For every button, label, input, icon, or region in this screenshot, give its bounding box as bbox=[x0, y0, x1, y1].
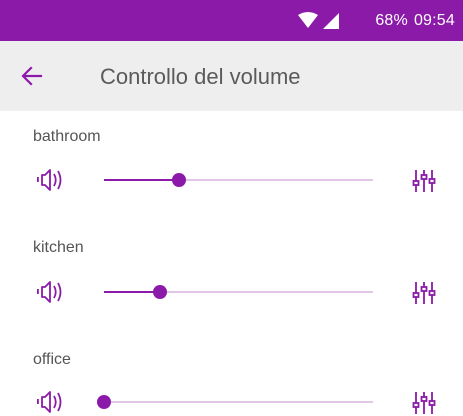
slider-track bbox=[104, 401, 373, 403]
slider-thumb[interactable] bbox=[97, 395, 111, 409]
battery-percent: 68% bbox=[375, 12, 408, 29]
app-bar: Controllo del volume bbox=[0, 41, 463, 111]
back-button[interactable] bbox=[16, 60, 48, 92]
speaker-icon[interactable] bbox=[33, 166, 63, 194]
volume-slider-office[interactable] bbox=[97, 390, 373, 414]
equalizer-icon[interactable] bbox=[412, 390, 436, 416]
speaker-icon[interactable] bbox=[33, 388, 63, 416]
slider-fill bbox=[104, 291, 161, 293]
status-bar: 68% 09:54 bbox=[0, 0, 463, 41]
volume-slider-bathroom[interactable] bbox=[104, 168, 373, 192]
slider-thumb[interactable] bbox=[153, 285, 168, 299]
status-text: 68% 09:54 bbox=[375, 10, 455, 31]
equalizer-icon[interactable] bbox=[412, 168, 436, 194]
volume-slider-kitchen[interactable] bbox=[104, 280, 373, 304]
room-label-kitchen: kitchen bbox=[33, 239, 84, 256]
status-icons bbox=[297, 10, 341, 31]
slider-fill bbox=[104, 179, 180, 181]
wifi-icon bbox=[298, 11, 318, 28]
room-label-bathroom: bathroom bbox=[33, 128, 101, 145]
page-title: Controllo del volume bbox=[100, 64, 301, 89]
arrow-left-icon bbox=[21, 66, 43, 86]
clock: 09:54 bbox=[413, 12, 455, 29]
speaker-icon[interactable] bbox=[33, 278, 63, 306]
slider-thumb[interactable] bbox=[172, 173, 187, 187]
room-label-office: office bbox=[33, 351, 71, 368]
equalizer-icon[interactable] bbox=[412, 280, 436, 306]
signal-icon bbox=[323, 12, 339, 29]
